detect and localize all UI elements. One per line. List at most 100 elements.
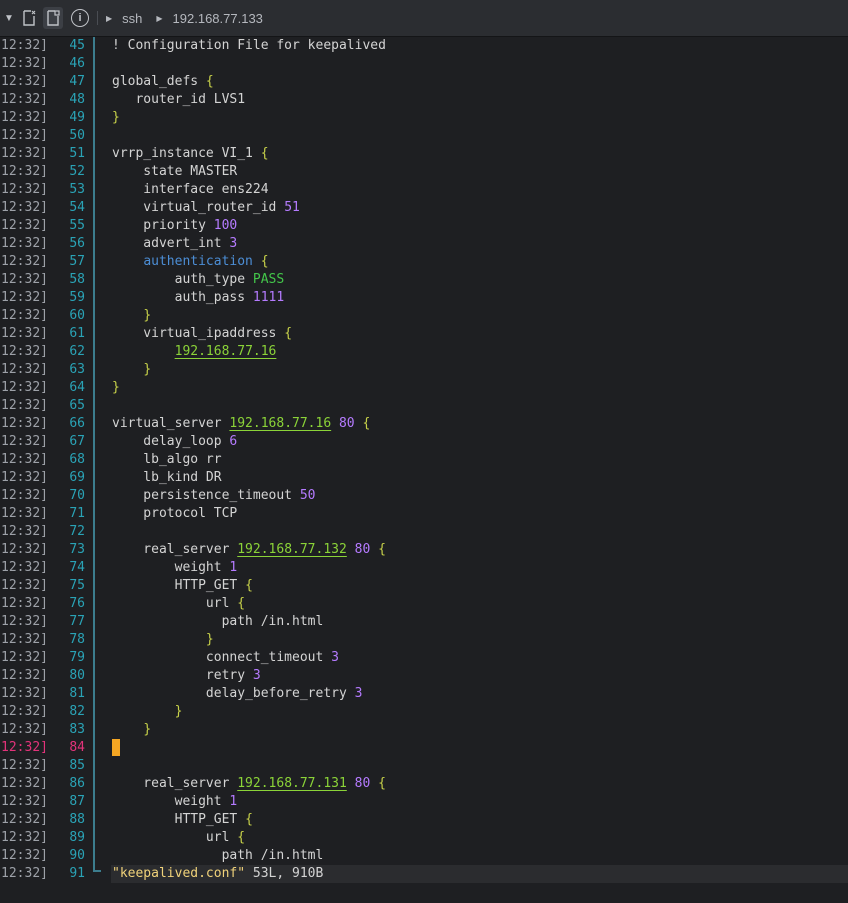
editor-line[interactable]: 12:32] 82 }: [0, 703, 848, 721]
document-icon[interactable]: [19, 7, 39, 29]
editor-line[interactable]: 12:32] 62 192.168.77.16: [0, 343, 848, 361]
line-timestamp: 12:32]: [1, 506, 48, 521]
editor-line[interactable]: 12:32] 71 protocol TCP: [0, 505, 848, 523]
line-number: 54: [69, 200, 85, 215]
editor-line[interactable]: 12:32] 50: [0, 127, 848, 145]
editor-line[interactable]: 12:32] 55 priority 100: [0, 217, 848, 235]
editor-line[interactable]: 12:32] 54 virtual_router_id 51: [0, 199, 848, 217]
editor-line[interactable]: 12:32] 87 weight 1: [0, 793, 848, 811]
editor-line[interactable]: 12:32] 45 ! Configuration File for keepali…: [0, 37, 848, 55]
line-code: }: [143, 308, 152, 323]
line-number: 66: [69, 416, 85, 431]
line-number: 60: [69, 308, 85, 323]
line-timestamp: 12:32]: [1, 110, 48, 125]
line-number: 73: [69, 542, 85, 557]
editor-line[interactable]: 12:32] 85: [0, 757, 848, 775]
line-timestamp: 12:32]: [1, 722, 48, 737]
line-timestamp: 12:32]: [1, 74, 48, 89]
editor-line[interactable]: 12:32] 89 url {: [0, 829, 848, 847]
info-icon[interactable]: i: [71, 9, 89, 27]
editor-line[interactable]: 12:32] 69 lb_kind DR: [0, 469, 848, 487]
line-code: retry 3: [112, 668, 261, 683]
line-code: priority 100: [112, 218, 238, 233]
line-code: protocol TCP: [112, 506, 238, 521]
editor-line[interactable]: 12:32] 49}: [0, 109, 848, 127]
line-number: 77: [69, 614, 85, 629]
editor-line[interactable]: 12:32] 56 advert_int 3: [0, 235, 848, 253]
line-timestamp: 12:32]: [1, 578, 48, 593]
line-code: persistence_timeout 50: [112, 488, 316, 503]
line-code: virtual_ipaddress {: [112, 326, 293, 341]
line-number: 74: [69, 560, 85, 575]
editor-line[interactable]: 12:32] 68 lb_algo rr: [0, 451, 848, 469]
editor-line[interactable]: 12:32] 80 retry 3: [0, 667, 848, 685]
line-code: HTTP_GET {: [112, 812, 253, 827]
editor-line[interactable]: 12:32] 75 HTTP_GET {: [0, 577, 848, 595]
editor-line[interactable]: 12:32] 86 real_server 192.168.77.131 80 {: [0, 775, 848, 793]
line-timestamp: 12:32]: [1, 344, 48, 359]
line-code: url {: [112, 596, 246, 611]
line-timestamp: 12:32]: [1, 596, 48, 611]
editor-line[interactable]: 12:32] 81 delay_before_retry 3: [0, 685, 848, 703]
editor-line[interactable]: 12:32] 61 virtual_ipaddress {: [0, 325, 848, 343]
editor-line[interactable]: 12:32] 70 persistence_timeout 50: [0, 487, 848, 505]
editor-line[interactable]: 12:32] 88 HTTP_GET {: [0, 811, 848, 829]
line-timestamp: 12:32]: [1, 398, 48, 413]
terminal-toolbar: ▼ i ▶ ssh ▶ 192.168.77.133: [0, 0, 848, 37]
editor-line[interactable]: 12:32] 83 }: [0, 721, 848, 739]
document-active-icon[interactable]: [43, 7, 63, 29]
editor-line[interactable]: 12:32] 51 vrrp_instance VI_1 {: [0, 145, 848, 163]
line-timestamp: 12:32]: [1, 164, 48, 179]
line-number: 89: [69, 830, 85, 845]
editor-line[interactable]: 12:32] 77 path /in.html: [0, 613, 848, 631]
line-code: }: [143, 722, 152, 737]
vim-editor[interactable]: 12:32] 45 ! Configuration File for keepali…: [0, 37, 848, 883]
editor-line[interactable]: 12:32] 58 auth_type PASS: [0, 271, 848, 289]
line-code: auth_type PASS: [112, 272, 285, 287]
line-timestamp: 12:32]: [1, 290, 48, 305]
line-number: 49: [69, 110, 85, 125]
breadcrumb-host[interactable]: 192.168.77.133: [173, 11, 263, 26]
editor-line[interactable]: 12:32] 64}: [0, 379, 848, 397]
editor-line[interactable]: 12:32] 48 router_id LVS1: [0, 91, 848, 109]
line-number: 59: [69, 290, 85, 305]
editor-line[interactable]: 12:32] 72: [0, 523, 848, 541]
line-number: 46: [69, 56, 85, 71]
editor-line[interactable]: 12:32] 78 }: [0, 631, 848, 649]
editor-line[interactable]: 12:32] 74 weight 1: [0, 559, 848, 577]
editor-line[interactable]: 12:32] 79 connect_timeout 3: [0, 649, 848, 667]
line-number: 64: [69, 380, 85, 395]
editor-line[interactable]: 12:32] 76 url {: [0, 595, 848, 613]
breadcrumb-arrow-icon: ▶: [156, 13, 163, 23]
editor-line[interactable]: 12:32] 60 }: [0, 307, 848, 325]
line-timestamp: 12:32]: [1, 704, 48, 719]
editor-line[interactable]: 12:32] 65: [0, 397, 848, 415]
line-number: 76: [69, 596, 85, 611]
line-timestamp: 12:32]: [1, 614, 48, 629]
editor-line[interactable]: 12:32] 59 auth_pass 1111: [0, 289, 848, 307]
editor-line[interactable]: 12:32] 73 real_server 192.168.77.132 80 {: [0, 541, 848, 559]
line-code: path /in.html: [112, 848, 324, 863]
line-code: lb_kind DR: [112, 470, 222, 485]
editor-line[interactable]: 12:32] 52 state MASTER: [0, 163, 848, 181]
line-number: 79: [69, 650, 85, 665]
editor-line[interactable]: 12:32] 46: [0, 55, 848, 73]
line-number: 83: [69, 722, 85, 737]
line-timestamp: 12:32]: [1, 632, 48, 647]
line-timestamp: 12:32]: [1, 740, 48, 755]
editor-line[interactable]: 12:32] 67 delay_loop 6: [0, 433, 848, 451]
line-number: 58: [69, 272, 85, 287]
line-number: 62: [69, 344, 85, 359]
editor-line[interactable]: 12:32] 47 global_defs {: [0, 73, 848, 91]
line-code: ! Configuration File for keepalived: [112, 38, 386, 53]
line-timestamp: 12:32]: [1, 794, 48, 809]
line-timestamp: 12:32]: [1, 848, 48, 863]
editor-line[interactable]: 12:32] 90 path /in.html: [0, 847, 848, 865]
editor-line[interactable]: 12:32] 66 virtual_server 192.168.77.16 80 …: [0, 415, 848, 433]
editor-line[interactable]: 12:32] 63 }: [0, 361, 848, 379]
editor-line-current[interactable]: 12:32] 84: [0, 739, 848, 757]
breadcrumb-ssh[interactable]: ssh: [122, 11, 142, 26]
chevron-down-icon[interactable]: ▼: [3, 7, 15, 29]
editor-line[interactable]: 12:32] 57 authentication {: [0, 253, 848, 271]
editor-line[interactable]: 12:32] 53 interface ens224: [0, 181, 848, 199]
